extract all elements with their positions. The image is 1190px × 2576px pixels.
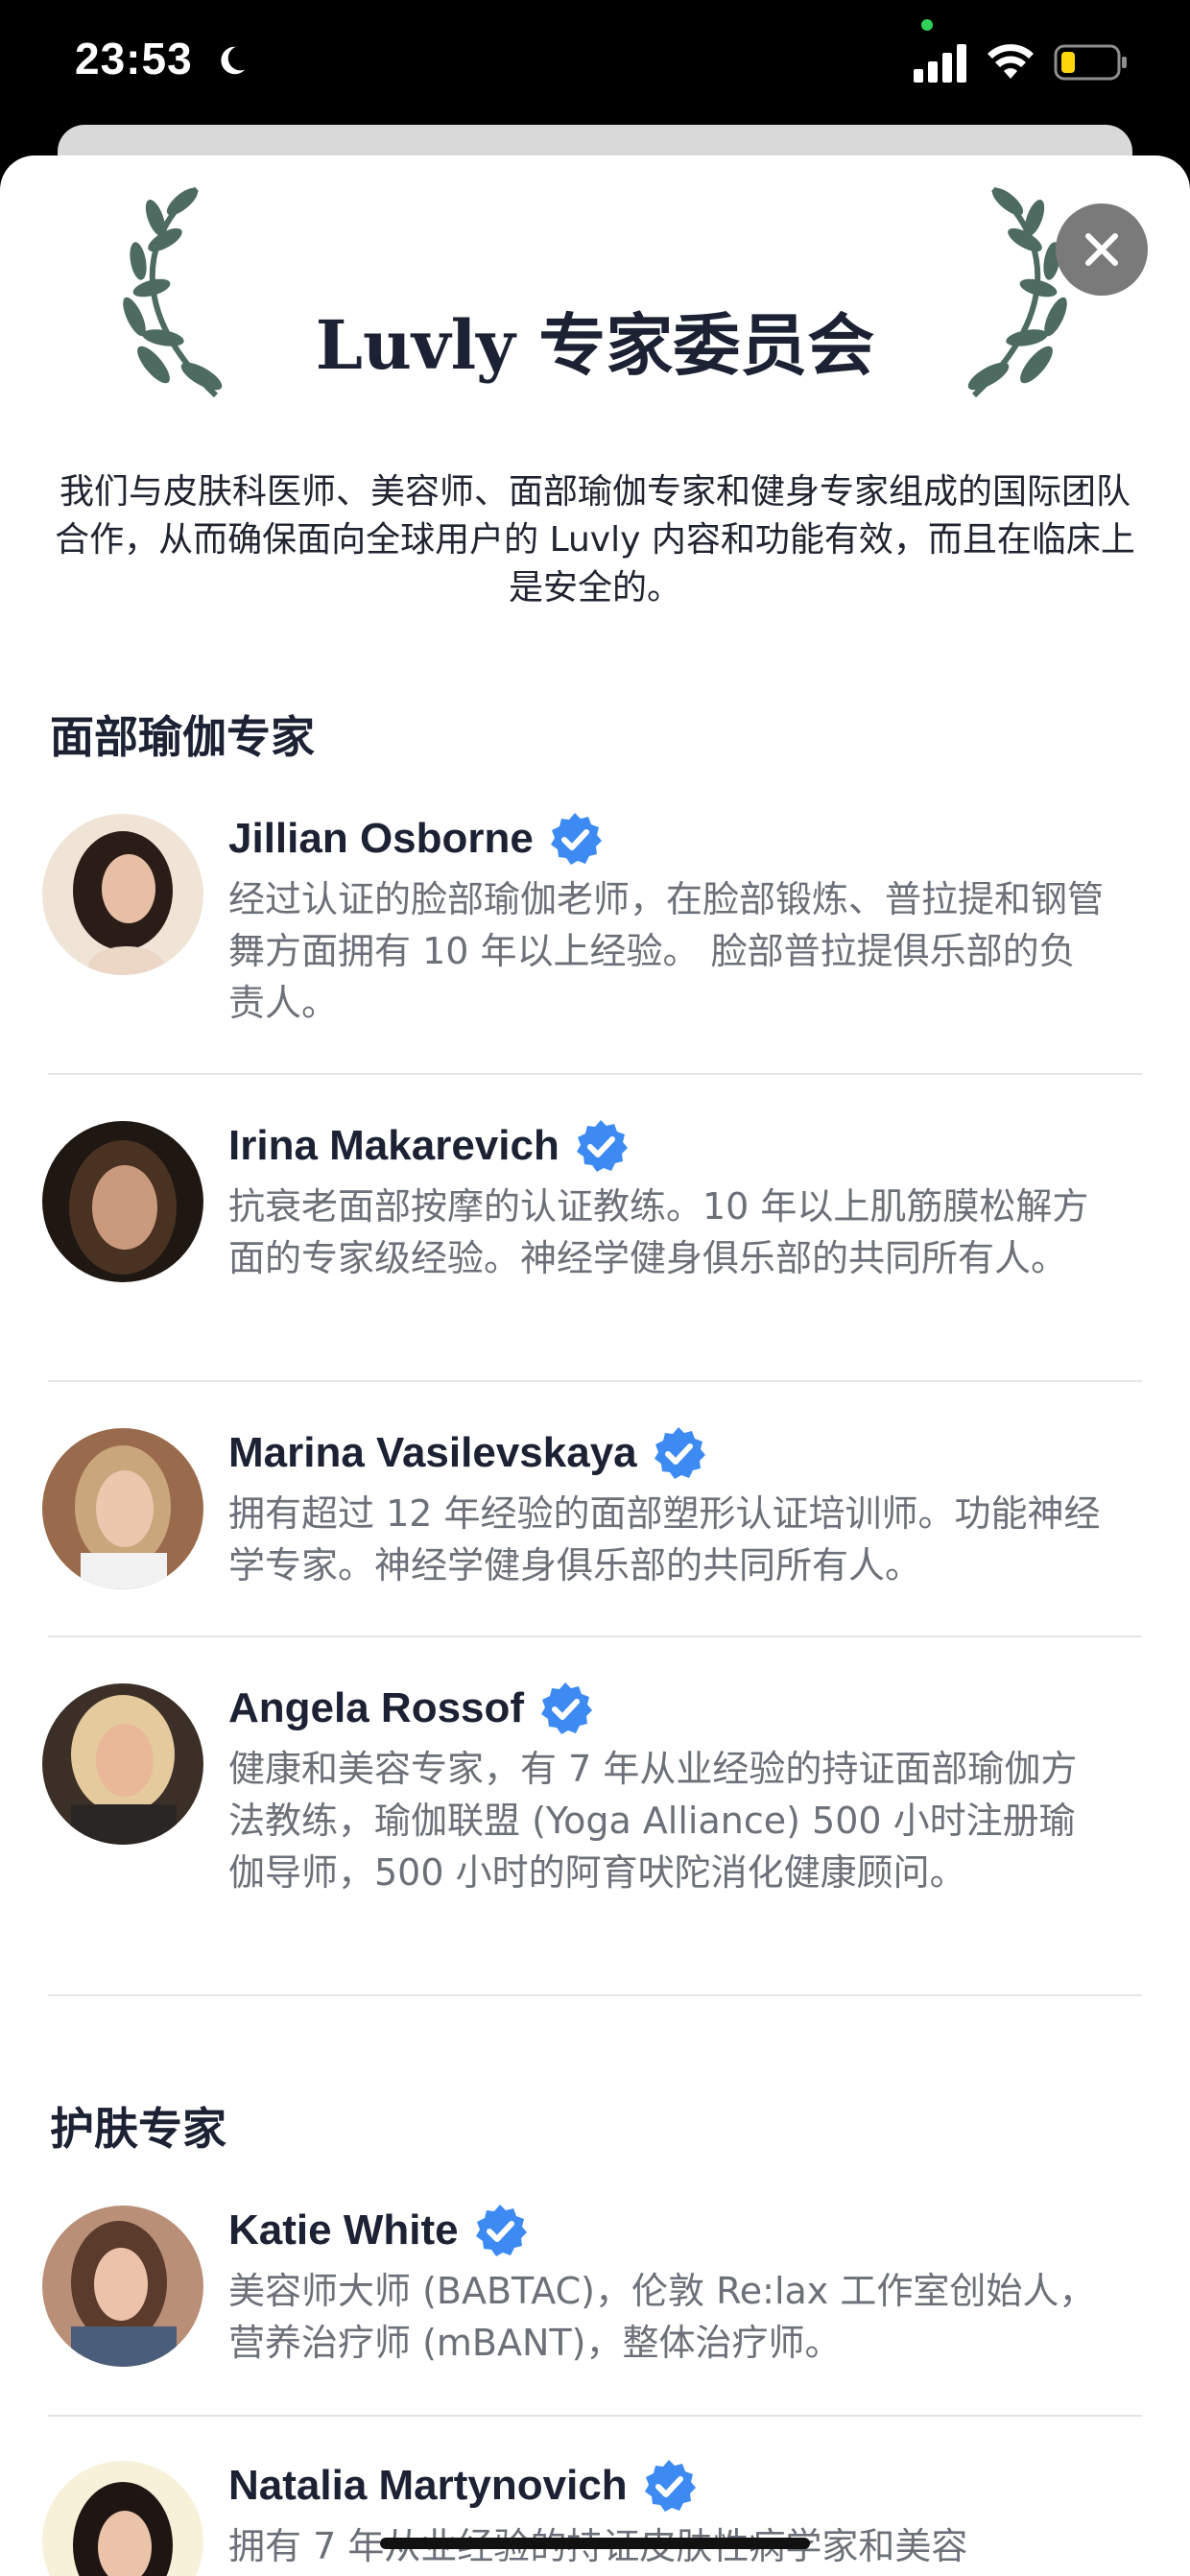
intro-text: 我们与皮肤科医师、美容师、面部瑜伽专家和健身专家组成的国际团队合作，从而确保面向… xyxy=(55,472,1135,608)
avatar xyxy=(42,1683,203,1845)
avatar xyxy=(42,1121,203,1282)
expert-description: 拥有超过 12 年经验的面部塑形认证培训师。功能神经学专家。神经学健身俱乐部的共… xyxy=(228,1492,1101,1586)
expert-name-row: Irina Makarevich xyxy=(228,1118,629,1174)
avatar xyxy=(42,814,203,975)
battery-icon xyxy=(1054,44,1127,81)
status-time: 23:53 xyxy=(75,34,193,83)
close-icon xyxy=(1085,233,1118,266)
expert-name-row: Natalia Martynovich xyxy=(228,2458,697,2514)
expert-name: Katie White xyxy=(228,2206,459,2254)
expert-name: Natalia Martynovich xyxy=(228,2462,628,2509)
page-title: Luvly 专家委员会 xyxy=(315,305,875,385)
expert-name: Jillian Osborne xyxy=(228,815,534,862)
expert-description: 抗衰老面部按摩的认证教练。10 年以上肌筋膜松解方面的专家级经验。神经学健身俱乐… xyxy=(228,1185,1089,1279)
close-button[interactable] xyxy=(1056,203,1148,296)
home-indicator[interactable] xyxy=(380,2538,810,2549)
expert-name-row: Marina Vasilevskaya xyxy=(228,1425,706,1481)
verified-badge-icon xyxy=(475,2205,527,2256)
section-title-skincare: 护肤专家 xyxy=(50,2103,226,2155)
divider xyxy=(48,1635,1142,1637)
verified-badge-icon xyxy=(654,1427,705,1479)
expert-description: 健康和美容专家，有 7 年从业经验的持证面部瑜伽方法教练，瑜伽联盟 (Yoga … xyxy=(228,1748,1078,1894)
avatar xyxy=(42,1428,203,1589)
expert-description: 经过认证的脸部瑜伽老师，在脸部锻炼、普拉提和钢管舞方面拥有 10 年以上经验。 … xyxy=(228,878,1105,1024)
section-title-face-yoga: 面部瑜伽专家 xyxy=(50,711,315,763)
verified-badge-icon xyxy=(541,1682,593,1734)
expert-name-row: Angela Rossof xyxy=(228,1681,593,1736)
verified-badge-icon xyxy=(576,1120,628,1172)
verified-badge-icon xyxy=(644,2460,696,2512)
expert-name: Angela Rossof xyxy=(228,1684,525,1731)
divider xyxy=(48,2415,1142,2417)
divider xyxy=(48,1994,1142,1996)
moon-icon xyxy=(221,46,246,75)
divider xyxy=(48,1073,1142,1075)
wifi-icon xyxy=(988,44,1034,79)
expert-name: Irina Makarevich xyxy=(228,1122,559,1169)
expert-description: 美容师大师 (BABTAC)，伦敦 Re:lax 工作室创始人，营养治疗师 (m… xyxy=(228,2270,1096,2364)
signal-icon xyxy=(914,44,966,83)
expert-name: Marina Vasilevskaya xyxy=(228,1429,637,1476)
avatar xyxy=(42,2461,203,2576)
expert-name-row: Katie White xyxy=(228,2203,528,2258)
privacy-indicator xyxy=(921,19,933,31)
expert-name-row: Jillian Osborne xyxy=(228,811,603,867)
verified-badge-icon xyxy=(550,813,602,865)
status-bar: 23:53 xyxy=(0,0,1190,125)
divider xyxy=(48,1380,1142,1382)
avatar xyxy=(42,2206,203,2367)
expert-board-sheet: Luvly 专家委员会 我们与皮肤科医师、美容师、面部瑜伽专家和健身专家组成的国… xyxy=(0,155,1190,2576)
